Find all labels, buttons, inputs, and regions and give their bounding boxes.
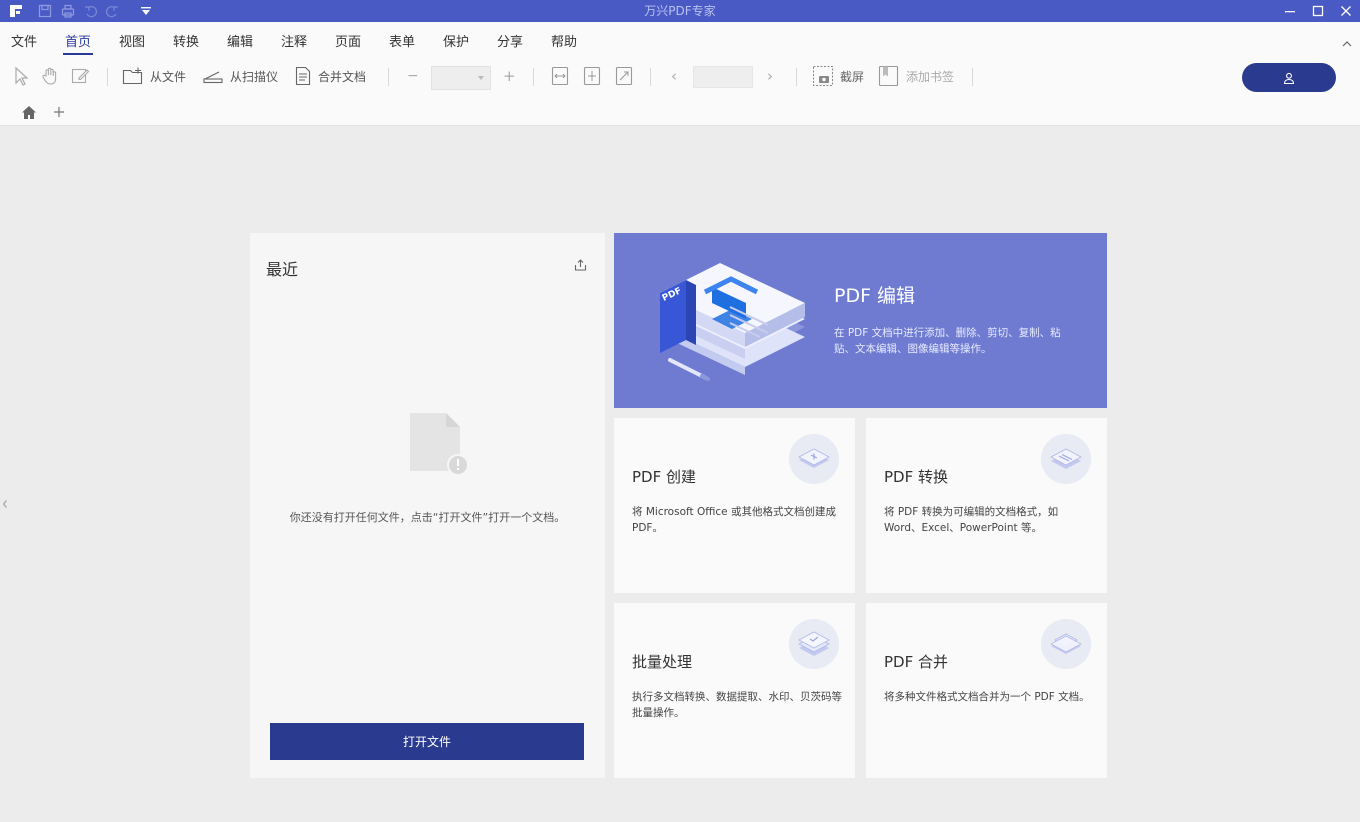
pdf-merge-description: 将多种文件格式文档合并为一个 PDF 文档。 [884, 691, 1090, 703]
pdf-create-icon [789, 434, 839, 484]
open-file-button[interactable]: 打开文件 [270, 723, 584, 760]
screenshot-button[interactable]: 截屏 [812, 64, 864, 88]
pdf-convert-card[interactable]: PDF 转换 将 PDF 转换为可编辑的文档格式，如 Word、Excel、Po… [866, 418, 1107, 593]
from-file-button[interactable]: 从文件 [122, 64, 186, 88]
menu-convert[interactable]: 转换 [173, 31, 199, 50]
batch-process-description: 执行多文档转换、数据提取、水印、贝茨码等批量操作。 [632, 691, 842, 719]
edit-icon [71, 68, 90, 84]
pdf-convert-icon [1041, 434, 1091, 484]
pdf-merge-card[interactable]: PDF 合并 将多种文件格式文档合并为一个 PDF 文档。 [866, 603, 1107, 778]
batch-process-icon [789, 619, 839, 669]
new-tab-icon[interactable] [51, 104, 67, 120]
user-icon [1283, 72, 1295, 84]
actual-size-button[interactable] [615, 64, 633, 88]
toolbar-separator [533, 68, 534, 86]
pdf-merge-title: PDF 合并 [884, 653, 948, 671]
toolbar: 从文件 从扫描仪 合并文档 − + ‹ › 截屏 添加书签 [0, 56, 1360, 98]
pdf-edit-card[interactable]: PDF PDF 编辑 在 PDF 文档中进行添加、删除、剪切、复制、粘贴、文本编… [614, 233, 1107, 408]
open-folder-icon [122, 67, 143, 85]
menu-page[interactable]: 页面 [335, 31, 361, 50]
minimize-button[interactable] [1276, 0, 1304, 22]
menu-edit[interactable]: 编辑 [227, 31, 253, 50]
side-panel-toggle-icon[interactable] [2, 500, 7, 511]
pdf-create-card[interactable]: PDF 创建 将 Microsoft Office 或其他格式文档创建成 PDF… [614, 418, 855, 593]
add-bookmark-label: 添加书签 [906, 69, 955, 84]
toolbar-separator [107, 68, 108, 86]
select-tool[interactable] [12, 64, 30, 88]
pdf-edit-title: PDF 编辑 [834, 285, 916, 307]
toolbar-separator [388, 68, 389, 86]
batch-process-card[interactable]: 批量处理 执行多文档转换、数据提取、水印、贝茨码等批量操作。 [614, 603, 855, 778]
merge-docs-button[interactable]: 合并文档 [294, 64, 366, 88]
edit-tool[interactable] [70, 64, 90, 88]
pdf-merge-icon [1041, 619, 1091, 669]
recent-files-panel: 最近 你还没有打开任何文件，点击“打开文件”打开一个文档。 打开文件 [250, 233, 605, 778]
cursor-icon [15, 66, 29, 86]
title-bar: 万兴PDF专家 [0, 0, 1360, 22]
prev-page-button[interactable]: ‹ [671, 64, 677, 88]
menu-home[interactable]: 首页 [62, 31, 94, 55]
maximize-button[interactable] [1304, 0, 1332, 22]
fit-width-button[interactable] [551, 64, 569, 88]
merge-document-icon [295, 66, 311, 86]
fit-width-icon [551, 66, 569, 86]
toolbar-separator [796, 68, 797, 86]
hand-icon [42, 67, 57, 85]
bookmark-icon [878, 65, 899, 87]
zoom-in-button[interactable]: + [503, 64, 516, 88]
fit-page-icon [583, 66, 601, 86]
page-number-input[interactable] [693, 66, 753, 88]
hand-tool[interactable] [40, 64, 60, 88]
export-icon[interactable] [574, 259, 587, 274]
menu-file[interactable]: 文件 [11, 31, 37, 50]
window-title: 万兴PDF专家 [644, 4, 716, 18]
merge-docs-label: 合并文档 [318, 69, 367, 84]
menu-form[interactable]: 表单 [389, 31, 415, 50]
home-tab-icon[interactable] [21, 104, 37, 120]
pdf-create-description: 将 Microsoft Office 或其他格式文档创建成 PDF。 [632, 506, 836, 534]
user-account-button[interactable] [1242, 63, 1336, 92]
pdf-edit-description: 在 PDF 文档中进行添加、删除、剪切、复制、粘贴、文本编辑、图像编辑等操作。 [834, 327, 1061, 355]
batch-process-title: 批量处理 [632, 653, 693, 671]
zoom-select[interactable] [431, 66, 491, 90]
menu-bar: 文件 首页 视图 转换 编辑 注释 页面 表单 保护 分享 帮助 [0, 22, 1360, 56]
toolbar-separator [650, 68, 651, 86]
from-file-label: 从文件 [150, 69, 187, 84]
scanner-icon [203, 71, 223, 84]
screenshot-icon [813, 66, 833, 86]
toolbar-separator [972, 68, 973, 86]
recent-title: 最近 [266, 260, 299, 279]
close-button[interactable] [1332, 0, 1360, 22]
menu-view[interactable]: 视图 [119, 31, 145, 50]
menu-protect[interactable]: 保护 [443, 31, 469, 50]
empty-document-icon [408, 411, 470, 480]
next-page-button[interactable]: › [767, 64, 773, 88]
pdf-edit-illustration [650, 257, 810, 385]
document-tab-bar [0, 98, 1360, 126]
fit-page-button[interactable] [583, 64, 601, 88]
screenshot-label: 截屏 [840, 69, 865, 84]
menu-comment[interactable]: 注释 [281, 31, 307, 50]
actual-size-icon [615, 66, 633, 86]
menu-help[interactable]: 帮助 [551, 31, 577, 50]
empty-recent-message: 你还没有打开任何文件，点击“打开文件”打开一个文档。 [289, 511, 566, 524]
from-scanner-label: 从扫描仪 [230, 69, 279, 84]
zoom-out-button[interactable]: − [407, 64, 419, 88]
add-bookmark-button[interactable]: 添加书签 [878, 64, 954, 88]
pdf-convert-description: 将 PDF 转换为可编辑的文档格式，如 Word、Excel、PowerPoin… [884, 506, 1059, 534]
menu-share[interactable]: 分享 [497, 31, 523, 50]
pdf-convert-title: PDF 转换 [884, 468, 948, 486]
collapse-ribbon-icon[interactable] [1342, 37, 1352, 51]
from-scanner-button[interactable]: 从扫描仪 [202, 64, 278, 88]
pdf-create-title: PDF 创建 [632, 468, 696, 486]
